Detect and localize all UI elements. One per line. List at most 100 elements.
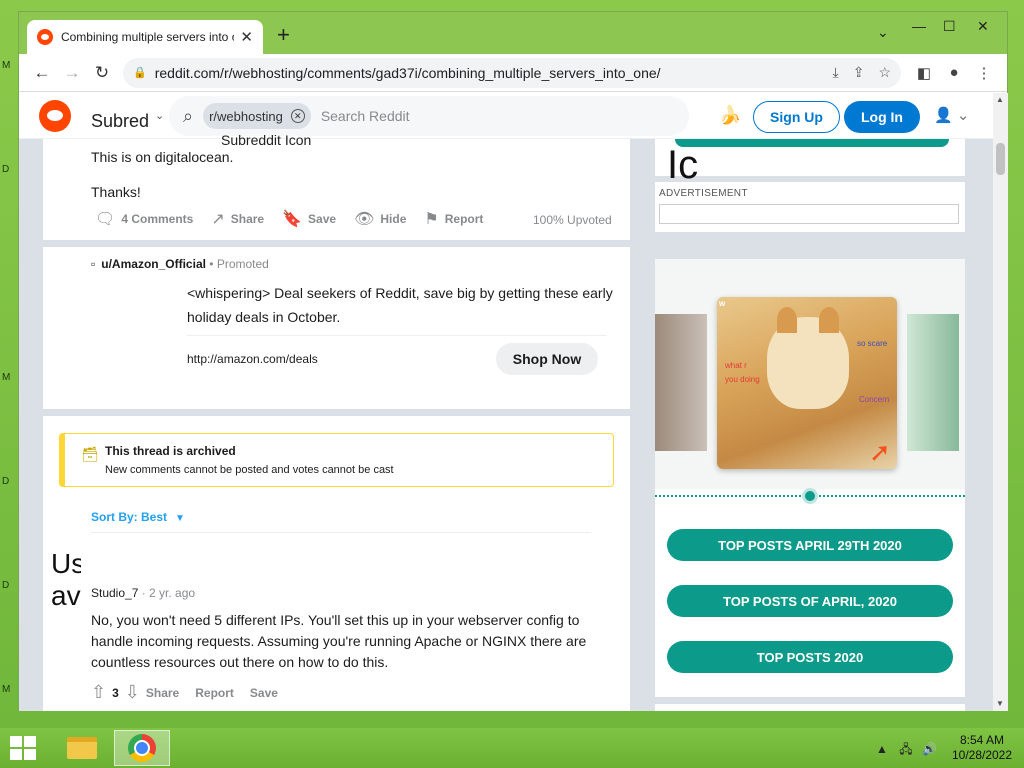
chevron-down-icon[interactable]: ⌄ <box>155 109 164 122</box>
community-icon-alt: Ic <box>667 143 699 187</box>
comment-author[interactable]: Studio_7 <box>91 586 138 600</box>
sort-divider <box>91 532 591 533</box>
post-body-line: This is on digitalocean. <box>91 149 234 165</box>
hide-button[interactable]: 👁 Hide <box>354 209 406 229</box>
red-arrow-icon: ➚ <box>869 437 891 467</box>
reddit-favicon-icon <box>37 29 53 45</box>
scroll-thumb[interactable] <box>996 143 1005 175</box>
install-app-icon[interactable]: ⤓ <box>833 64 839 81</box>
upvote-ratio: 100% Upvoted <box>533 213 612 227</box>
lock-icon: 🔒 <box>133 67 147 79</box>
search-bar[interactable]: ⌕ r/webhosting ✕ Search Reddit <box>169 96 689 136</box>
tab-close-icon[interactable]: ✕ <box>240 28 253 46</box>
share-icon: ↗ <box>211 211 225 228</box>
meme-word: what r <box>725 361 747 370</box>
carousel-prev-image[interactable] <box>655 314 707 451</box>
url-text[interactable]: reddit.com/r/webhosting/comments/gad37i/… <box>155 65 819 81</box>
chrome-icon <box>128 734 156 762</box>
comment-time[interactable]: · 2 yr. ago <box>142 586 195 600</box>
share-button[interactable]: ↗ Share <box>211 209 264 229</box>
shop-now-button[interactable]: Shop Now <box>496 343 598 375</box>
sign-up-button[interactable]: Sign Up <box>753 101 840 133</box>
browser-window: Combining multiple servers into one ✕ + … <box>18 11 1008 711</box>
meme-carousel: w what r you doing so scare Concern ➚ <box>655 259 965 489</box>
comment-share-button[interactable]: Share <box>146 686 179 700</box>
top-posts-day-button[interactable]: TOP POSTS APRIL 29TH 2020 <box>667 529 953 561</box>
chip-label: r/webhosting <box>209 108 283 124</box>
comment-report-button[interactable]: Report <box>195 686 234 700</box>
chrome-taskbar-button[interactable] <box>114 730 170 766</box>
page-scrollbar[interactable]: ▲ ▼ <box>993 93 1008 711</box>
tray-expand-icon[interactable]: ▲ <box>876 742 888 756</box>
scroll-down-icon[interactable]: ▼ <box>996 699 1004 708</box>
menu-kebab-icon[interactable]: ⋮ <box>969 64 999 82</box>
sort-dropdown[interactable]: Sort By: Best ▼ <box>91 510 185 524</box>
promoted-user[interactable]: ▫ u/Amazon_Official • Promoted <box>91 257 269 271</box>
comment-icon: 🗨 <box>95 211 116 228</box>
upvote-icon[interactable]: ⇧ <box>91 682 106 703</box>
save-button[interactable]: 🔖 Save <box>282 209 336 229</box>
caret-down-icon: ▼ <box>175 513 185 524</box>
subreddit-chip[interactable]: r/webhosting ✕ <box>203 103 311 129</box>
doge-meme-image[interactable]: w what r you doing so scare Concern ➚ <box>717 297 897 469</box>
desktop-icon-label: D <box>2 164 10 175</box>
promoted-post[interactable]: ▫ u/Amazon_Official • Promoted <whisperin… <box>43 247 630 409</box>
scroll-up-icon[interactable]: ▲ <box>996 95 1004 104</box>
desktop-icon-label: M <box>2 372 11 383</box>
file-explorer-button[interactable] <box>54 730 110 766</box>
windows-start-icon[interactable] <box>10 736 38 760</box>
sidebar-next-card <box>655 704 965 711</box>
reload-icon[interactable]: ↻ <box>87 63 117 83</box>
top-posts-card: w what r you doing so scare Concern ➚ TO… <box>655 259 965 697</box>
profile-icon[interactable]: ● <box>939 64 969 81</box>
user-menu-icon[interactable]: 👤 ⌄ <box>934 106 969 124</box>
share-page-icon[interactable]: ⇪ <box>853 64 865 81</box>
comment-avatar[interactable]: User avatar <box>51 548 81 612</box>
archived-title: This thread is archived <box>105 444 236 458</box>
back-arrow-icon[interactable]: ← <box>27 63 57 83</box>
top-posts-year-button[interactable]: TOP POSTS 2020 <box>667 641 953 673</box>
maximize-button[interactable]: ☐ <box>943 18 956 35</box>
clock-date: 10/28/2022 <box>951 748 1013 762</box>
new-tab-button[interactable]: + <box>277 24 290 46</box>
subreddit-image-alt[interactable]: Subred <box>91 111 149 132</box>
comment-actions: ⇧ 3 ⇩ Share Report Save <box>91 682 294 703</box>
reddit-logo-icon[interactable] <box>39 99 71 132</box>
downvote-icon[interactable]: ⇩ <box>125 682 140 703</box>
network-icon[interactable]: 🖧 <box>899 742 912 756</box>
search-input[interactable]: Search Reddit <box>321 108 410 124</box>
forward-arrow-icon[interactable]: → <box>57 63 87 83</box>
banana-icon[interactable]: 🍌 <box>719 105 741 126</box>
side-panel-icon[interactable]: ◧ <box>909 64 939 82</box>
promo-divider <box>187 335 607 336</box>
minimize-button[interactable]: — <box>912 18 926 34</box>
promoted-link[interactable]: http://amazon.com/deals <box>187 352 318 366</box>
log-in-button[interactable]: Log In <box>844 101 920 133</box>
reddit-header: Subred ⌄ ⌕ r/webhosting ✕ Search Reddit … <box>19 93 993 139</box>
clock[interactable]: 8:54 AM 10/28/2022 <box>948 733 1016 763</box>
meme-word: you doing <box>725 375 760 384</box>
browser-tab[interactable]: Combining multiple servers into one ✕ <box>27 20 263 54</box>
clock-time: 8:54 AM <box>959 733 1005 747</box>
carousel-indicator[interactable] <box>802 488 818 504</box>
sidebar-top-card <box>655 139 965 176</box>
volume-icon[interactable]: 🔊 <box>922 742 937 756</box>
sidebar-banner-strip <box>675 139 949 147</box>
comment-save-button[interactable]: Save <box>250 686 278 700</box>
carousel-next-image[interactable] <box>907 314 959 451</box>
top-posts-month-button[interactable]: TOP POSTS OF APRIL, 2020 <box>667 585 953 617</box>
close-window-button[interactable]: ✕ <box>977 18 989 35</box>
main-content: This is on digitalocean. Thanks! 🗨 4 Comm… <box>19 139 993 711</box>
tab-search-chevron-icon[interactable]: ⌄ <box>877 24 889 41</box>
system-tray[interactable]: ▲ 🖧 🔊 <box>876 740 937 761</box>
address-bar[interactable]: 🔒 reddit.com/r/webhosting/comments/gad37… <box>123 57 901 88</box>
report-button[interactable]: ⚑ Report <box>424 209 483 229</box>
doge-face <box>767 307 849 409</box>
comments-section: 🗃 This thread is archived New comments c… <box>43 416 630 711</box>
meme-word: w <box>719 299 726 308</box>
ad-image[interactable] <box>659 204 959 224</box>
bookmark-star-icon[interactable]: ☆ <box>878 64 891 81</box>
meme-word: Concern <box>859 395 890 404</box>
clear-chip-icon[interactable]: ✕ <box>290 109 305 123</box>
comments-button[interactable]: 🗨 4 Comments <box>95 209 193 229</box>
